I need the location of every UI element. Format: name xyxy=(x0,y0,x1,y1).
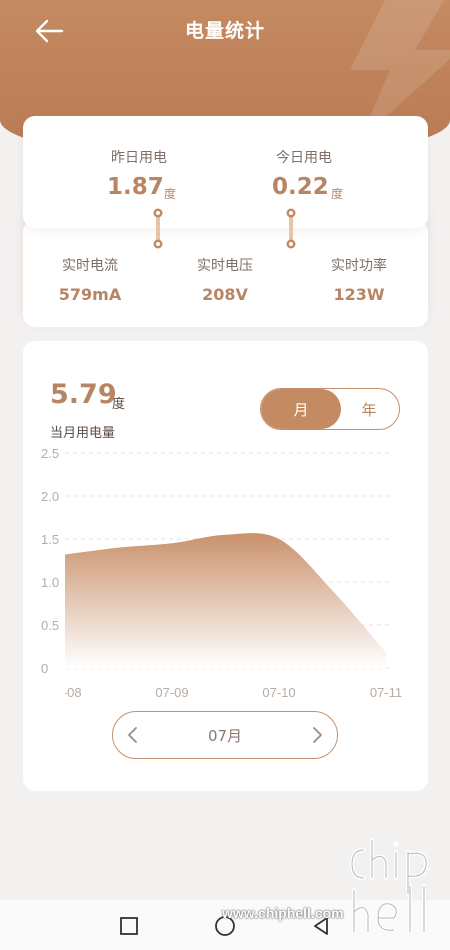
usage-area-series xyxy=(65,533,386,668)
chart-y-tick-label: 0 xyxy=(41,661,48,676)
chart-y-tick-label: 2.5 xyxy=(41,446,59,461)
realtime-card: 实时电流 579mA 实时电压 208V 实时功率 123W xyxy=(23,220,428,327)
daily-usage-card: 昨日用电 1.87 度 今日用电 0.22 度 xyxy=(23,116,428,228)
yesterday-label: 昨日用电 xyxy=(111,150,167,166)
monthly-usage-card: 5.79 度 当月用电量 月 年 0 0.5 1.0 1.5 2.0 2.5 07-08 0… xyxy=(23,341,428,791)
realtime-power-value: 123W xyxy=(333,285,385,304)
month-pager: 07月 xyxy=(112,711,338,759)
current-month-label: 07月 xyxy=(207,727,243,745)
today-value: 0.22 xyxy=(272,174,329,200)
chart-y-tick-label: 1.0 xyxy=(41,575,59,590)
realtime-power-label: 实时功率 xyxy=(331,258,387,274)
recent-apps-square-icon[interactable] xyxy=(117,914,141,938)
realtime-current-label: 实时电流 xyxy=(62,258,118,274)
top-bar: 电量统计 xyxy=(0,0,450,62)
next-month-chevron-icon[interactable] xyxy=(307,724,327,746)
site-watermark: www.chiphell.com xyxy=(222,905,344,921)
realtime-voltage-value: 208V xyxy=(202,285,248,304)
card-connector-right xyxy=(286,208,296,249)
chart-x-tick-label: 07-10 xyxy=(262,685,295,700)
chart-y-tick-label: 2.0 xyxy=(41,489,59,504)
today-label: 今日用电 xyxy=(276,150,332,166)
today-unit: 度 xyxy=(331,187,344,201)
realtime-voltage-label: 实时电压 xyxy=(197,258,253,274)
chart-x-tick-label: 07-08 xyxy=(48,685,81,700)
card-connector-left xyxy=(153,208,163,249)
yesterday-value: 1.87 xyxy=(107,174,164,200)
chart-x-tick-label: 07-11 xyxy=(370,685,402,700)
chart-y-tick-label: 0.5 xyxy=(41,618,59,633)
usage-area-chart: 0 0.5 1.0 1.5 2.0 2.5 07-08 07-09 07-10 07-11 xyxy=(41,446,402,700)
chart-y-tick-label: 1.5 xyxy=(41,532,59,547)
yesterday-unit: 度 xyxy=(164,187,177,201)
page-title: 电量统计 xyxy=(184,20,265,42)
chart-x-tick-label: 07-09 xyxy=(155,685,188,700)
realtime-current-value: 579mA xyxy=(58,285,122,304)
chiphell-logo-watermark xyxy=(349,838,429,934)
